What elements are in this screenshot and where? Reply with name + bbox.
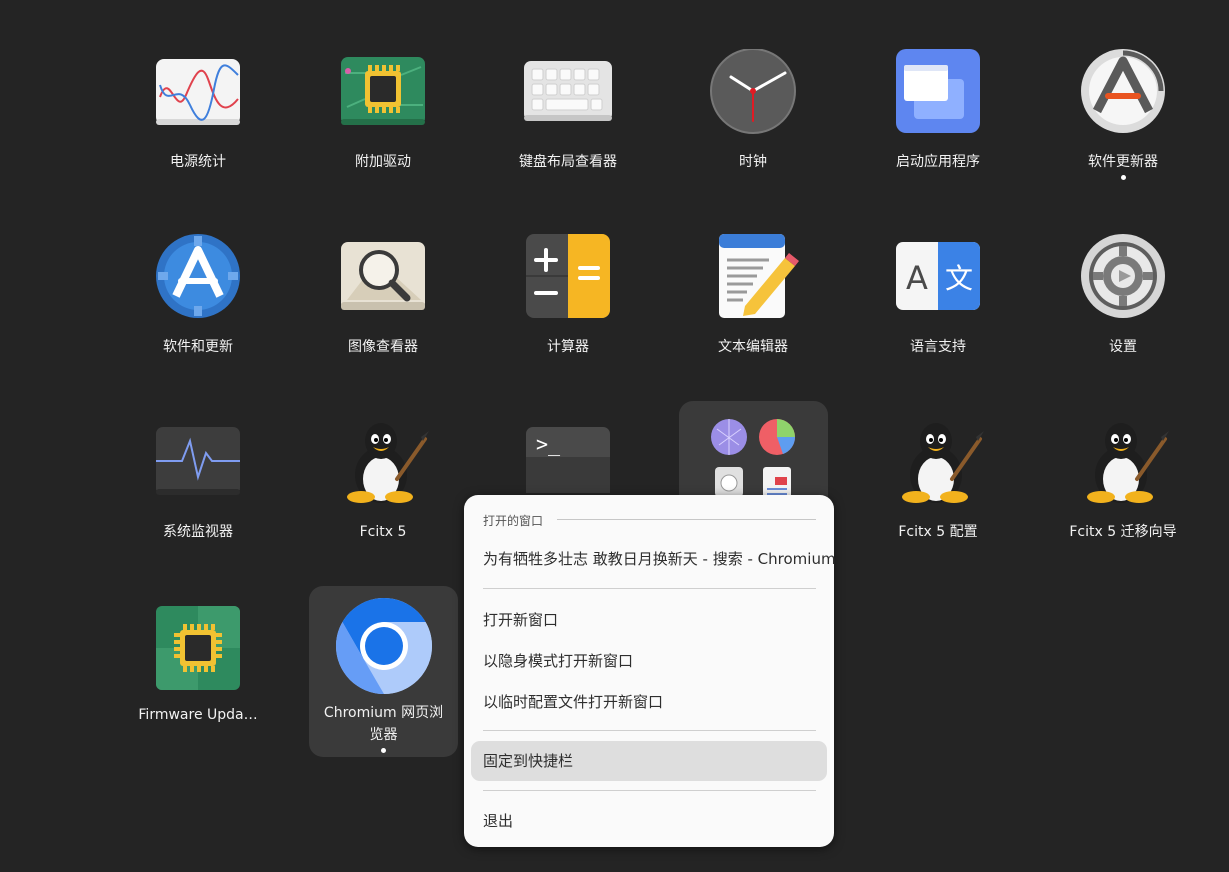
app-software-and-updates[interactable]: 软件和更新: [123, 234, 273, 358]
app-label: 系统监视器: [163, 524, 233, 540]
svg-text:文: 文: [945, 262, 973, 295]
app-label: 计算器: [547, 339, 589, 355]
app-startup-applications[interactable]: 启动应用程序: [863, 49, 1013, 173]
language-support-icon: A 文: [892, 234, 984, 326]
keyboard-icon: [522, 49, 614, 141]
app-image-viewer[interactable]: 图像查看器: [308, 234, 458, 358]
app-settings[interactable]: 设置: [1048, 234, 1198, 358]
section-divider: [557, 519, 816, 520]
running-indicator: [1120, 175, 1126, 180]
app-fcitx5-config[interactable]: Fcitx 5 配置: [863, 419, 1013, 543]
software-updates-icon: [152, 234, 244, 326]
folder-app-icon-1: [711, 419, 747, 455]
penguin-icon: [1077, 419, 1169, 511]
app-label: 文本编辑器: [718, 339, 788, 355]
app-label: 键盘布局查看器: [519, 154, 617, 170]
folder-app-icon-3: [715, 467, 743, 497]
app-additional-drivers[interactable]: 附加驱动: [308, 49, 458, 173]
folder-app-icon-2: [759, 419, 795, 455]
open-windows-section-title: 打开的窗口: [483, 514, 544, 528]
app-system-monitor[interactable]: 系统监视器: [123, 419, 273, 543]
chip-icon: [337, 49, 429, 141]
app-label: 启动应用程序: [896, 154, 980, 170]
app-power-statistics[interactable]: 电源统计: [123, 49, 273, 173]
app-keyboard-viewer[interactable]: 键盘布局查看器: [493, 49, 643, 173]
app-fcitx5[interactable]: Fcitx 5: [308, 419, 458, 543]
software-updater-icon: [1077, 49, 1169, 141]
app-calculator[interactable]: 计算器: [493, 234, 643, 358]
chip-icon: [152, 602, 244, 694]
menu-separator: [483, 790, 816, 791]
menu-item-new-temp-profile-window[interactable]: 以临时配置文件打开新窗口: [471, 682, 827, 722]
text-editor-icon: [707, 234, 799, 326]
calculator-icon: [522, 234, 614, 326]
app-clock[interactable]: 时钟: [678, 49, 828, 173]
svg-text:A: A: [906, 259, 928, 297]
gear-icon: [1077, 234, 1169, 326]
menu-item-pin-to-dash[interactable]: 固定到快捷栏: [471, 741, 827, 781]
app-language-support[interactable]: A 文 语言支持: [863, 234, 1013, 358]
app-firmware-updater[interactable]: Firmware Upda…: [123, 602, 273, 726]
menu-item-quit[interactable]: 退出: [471, 801, 827, 841]
app-label: 语言支持: [910, 339, 966, 355]
app-text-editor[interactable]: 文本编辑器: [678, 234, 828, 358]
chromium-icon: [334, 596, 434, 696]
app-label: 设置: [1109, 339, 1137, 355]
power-statistics-icon: [152, 49, 244, 141]
app-label: 电源统计: [170, 154, 226, 170]
menu-item-new-window[interactable]: 打开新窗口: [471, 600, 827, 640]
app-context-menu: 打开的窗口 为有牺牲多壮志 敢教日月换新天 - 搜索 - Chromium 打开…: [464, 495, 836, 847]
app-fcitx5-migrator[interactable]: Fcitx 5 迁移向导: [1048, 419, 1198, 543]
app-label: 软件和更新: [163, 339, 233, 355]
running-indicator: [381, 748, 386, 753]
app-label: 附加驱动: [355, 154, 411, 170]
app-label: 软件更新器: [1088, 154, 1158, 170]
menu-separator: [483, 588, 816, 589]
menu-item-new-incognito-window[interactable]: 以隐身模式打开新窗口: [471, 641, 827, 681]
app-label: Fcitx 5: [359, 524, 407, 540]
app-chromium[interactable]: Chromium 网页浏览器: [309, 586, 458, 757]
penguin-icon: [892, 419, 984, 511]
app-label: Fcitx 5 配置: [898, 524, 978, 540]
app-software-updater[interactable]: 软件更新器: [1048, 49, 1198, 180]
app-label: Fcitx 5 迁移向导: [1069, 524, 1177, 540]
app-label: 时钟: [739, 154, 767, 170]
penguin-icon: [337, 419, 429, 511]
terminal-prompt: >_: [536, 432, 561, 456]
app-label: Chromium 网页浏览器: [323, 705, 444, 743]
app-label: Firmware Upda…: [138, 707, 258, 723]
startup-apps-icon: [892, 49, 984, 141]
menu-item-open-window[interactable]: 为有牺牲多壮志 敢教日月换新天 - 搜索 - Chromium: [471, 539, 836, 579]
image-viewer-icon: [337, 234, 429, 326]
menu-separator: [483, 730, 816, 731]
system-monitor-icon: [152, 419, 244, 511]
app-label: 图像查看器: [348, 339, 418, 355]
clock-icon: [707, 49, 799, 141]
